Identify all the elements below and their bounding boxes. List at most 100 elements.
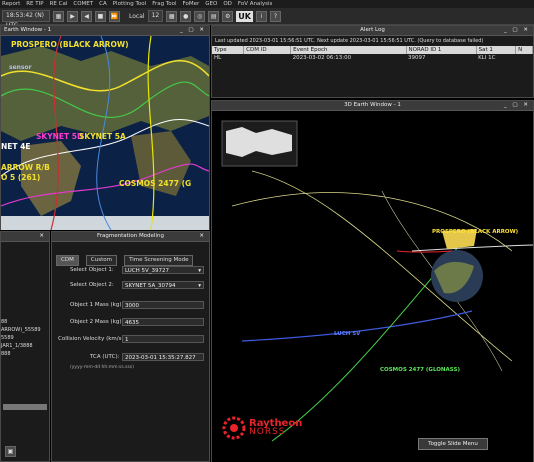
tca-label: TCA (UTC): xyxy=(90,354,120,360)
earth-3d-window: 3D Earth Window - 1 _ ▢ ✕ PROSPERO (BLAC… xyxy=(211,100,534,462)
map-label-cosmos: COSMOS 2477 (G xyxy=(119,179,192,188)
menu-bar: Report RE TIP RE Cal COMET CA Plotting Tool Fr… xyxy=(0,0,534,8)
menu-item[interactable]: OD xyxy=(223,0,232,8)
menu-item[interactable]: RE TIP xyxy=(26,0,43,8)
table-cell: HL xyxy=(214,55,222,61)
window-controls-icon[interactable]: _ ▢ ✕ xyxy=(504,26,530,35)
earth-3d-viewport[interactable]: PROSPERO (BLACK ARROW) LUCH 5V COSMOS 24… xyxy=(212,111,533,462)
object-1-mass-field[interactable]: 3000 xyxy=(122,301,204,309)
grid-icon[interactable]: ▦ xyxy=(166,10,178,22)
tab-time-screening[interactable]: Time Screening Mode xyxy=(124,255,194,266)
tab-cdm[interactable]: CDM xyxy=(56,255,79,266)
settings-icon[interactable]: ⚙ xyxy=(222,10,234,22)
list-item[interactable]: ARROW)_55589 xyxy=(1,326,41,334)
alert-column-header[interactable]: CDM ID xyxy=(243,46,292,54)
local-select[interactable]: 12 xyxy=(147,10,164,22)
orbit-scene-graphic xyxy=(221,120,533,442)
tca-field[interactable]: 2023-03-01 15:35:27.827 xyxy=(122,353,204,361)
toolbar: 18:53:42 (N) UTC ▦ ▶ ◀ ■ ⏩ Local 12 ▦ ● … xyxy=(0,8,534,29)
menu-item[interactable]: CA xyxy=(99,0,107,8)
object-list: 88 ARROW)_55589 5589 JAR1_1/3888 888 xyxy=(1,318,41,358)
scene-label-luch: LUCH 5V xyxy=(334,331,361,337)
list-footer-icon[interactable]: ▣ xyxy=(5,446,16,457)
datetime-display: 18:53:42 (N) UTC xyxy=(2,10,50,29)
table-cell xyxy=(244,54,291,62)
fragmentation-title: Fragmentation Modeling xyxy=(97,233,164,239)
map-label-skynet5d: SKYNET 5D xyxy=(36,132,84,141)
table-row[interactable]: HL 2023-03-02 06:13:00 39097 KLI 1C xyxy=(212,54,533,62)
alert-column-header[interactable]: Event Epoch xyxy=(290,46,407,54)
scene-label-cosmos: COSMOS 2477 (GLONASS) xyxy=(380,367,460,373)
select-object-1-value: LUCH 5V_39727 xyxy=(125,268,170,274)
object-1-mass-label: Object 1 Mass (kg): xyxy=(70,302,124,308)
list-item[interactable]: 888 xyxy=(1,350,41,358)
local-label: Local xyxy=(129,12,145,20)
tca-format-hint: (yyyy-mm-dd hh:mm:ss.sss) xyxy=(70,365,134,370)
calendar-icon[interactable]: ▦ xyxy=(53,10,64,22)
brand-sub: NORSS xyxy=(249,427,286,437)
alert-log-status: Last updated 2023-03-01 15:56:51 UTC. Ne… xyxy=(215,38,484,44)
select-object-1-label: Select Object 1: xyxy=(70,267,114,273)
window-controls-icon[interactable]: ✕ xyxy=(199,232,206,241)
toggle-slide-menu-button[interactable]: Toggle Slide Menu xyxy=(418,438,488,450)
fragmentation-panel: Fragmentation Modeling ✕ CDM Custom Time… xyxy=(51,231,210,462)
earth-2d-titlebar: Earth Window - 1 _ ▢ ✕ xyxy=(1,26,209,36)
menu-item[interactable]: Frag Tool xyxy=(152,0,176,8)
chevron-down-icon: ▾ xyxy=(198,283,201,289)
orbit-icon[interactable]: ◎ xyxy=(194,10,206,22)
menu-item[interactable]: Plotting Tool xyxy=(113,0,146,8)
scene-label-prospero: PROSPERO (BLACK ARROW) xyxy=(432,229,519,235)
raytheon-logo-icon xyxy=(222,416,246,440)
alert-log-title: Alert Log xyxy=(360,27,385,33)
object-list-panel: ✕ 88 ARROW)_55589 5589 JAR1_1/3888 888 ▣ xyxy=(0,231,50,462)
map-label-net4e: NET 4E xyxy=(1,142,31,151)
alert-column-header[interactable]: NORAD ID 1 xyxy=(406,46,477,54)
chevron-down-icon: ▾ xyxy=(198,268,201,274)
select-object-2-dropdown[interactable]: SKYNET 5A_30794 ▾ xyxy=(122,281,204,289)
forward-icon[interactable]: ⏩ xyxy=(109,10,120,22)
menu-item[interactable]: COMET xyxy=(73,0,93,8)
earth-2d-map[interactable]: PROSPERO (BLACK ARROW) sensor SKYNET 5D … xyxy=(1,36,209,230)
map-label-sensor: sensor xyxy=(9,64,32,71)
menu-item[interactable]: RE Cal xyxy=(50,0,68,8)
alert-column-header[interactable]: N xyxy=(515,46,533,54)
chart-icon[interactable]: ▤ xyxy=(208,10,220,22)
menu-item[interactable]: FoV Analysis xyxy=(238,0,273,8)
uk-flag-label[interactable]: UK xyxy=(236,10,253,22)
select-object-1-dropdown[interactable]: LUCH 5V_39727 ▾ xyxy=(122,266,204,274)
window-controls-icon[interactable]: _ ▢ ✕ xyxy=(180,26,206,35)
play-icon[interactable]: ▶ xyxy=(67,10,78,22)
object-2-mass-field[interactable]: 4635 xyxy=(122,318,204,326)
menu-item[interactable]: Report xyxy=(2,0,20,8)
list-item[interactable]: 88 xyxy=(1,318,41,326)
earth-2d-window: Earth Window - 1 _ ▢ ✕ PROSPERO (BLACK A… xyxy=(0,25,210,230)
collision-velocity-field[interactable]: 1 xyxy=(122,335,204,343)
info-icon[interactable]: i xyxy=(255,10,267,22)
map-label-arrow-rb: ARROW R/B xyxy=(1,163,50,172)
table-cell: 2023-03-02 06:13:00 xyxy=(292,55,352,61)
user-icon[interactable]: ● xyxy=(180,10,192,22)
alert-column-header[interactable]: Type xyxy=(212,46,245,54)
stop-icon[interactable]: ■ xyxy=(95,10,106,22)
object-list-titlebar: ✕ xyxy=(1,232,49,242)
menu-item[interactable]: GEO xyxy=(205,0,217,8)
rewind-icon[interactable]: ◀ xyxy=(81,10,92,22)
map-label-skynet5a: SKYNET 5A xyxy=(79,132,126,141)
window-controls-icon[interactable]: ✕ xyxy=(39,232,46,241)
tab-custom[interactable]: Custom xyxy=(85,255,117,266)
list-scrollbar[interactable] xyxy=(3,404,47,410)
alert-column-header[interactable]: Sat 1 xyxy=(476,46,517,54)
map-label-os261: O 5 (261) xyxy=(1,173,41,182)
list-item[interactable]: JAR1_1/3888 xyxy=(1,342,41,350)
window-controls-icon[interactable]: _ ▢ ✕ xyxy=(504,101,530,110)
select-object-2-label: Select Object 2: xyxy=(70,282,114,288)
alert-log-table: Type CDM ID Event Epoch NORAD ID 1 Sat 1N HL… xyxy=(212,46,533,62)
select-object-2-value: SKYNET 5A_30794 xyxy=(125,283,176,289)
table-cell: KLI 1C xyxy=(478,55,496,61)
list-item[interactable]: 5589 xyxy=(1,334,41,342)
earth-2d-title: Earth Window - 1 xyxy=(4,27,52,33)
earth-3d-titlebar: 3D Earth Window - 1 _ ▢ ✕ xyxy=(212,101,533,111)
help-icon[interactable]: ? xyxy=(269,10,281,22)
earth-3d-title: 3D Earth Window - 1 xyxy=(344,102,401,108)
menu-item[interactable]: FoMer xyxy=(183,0,200,8)
